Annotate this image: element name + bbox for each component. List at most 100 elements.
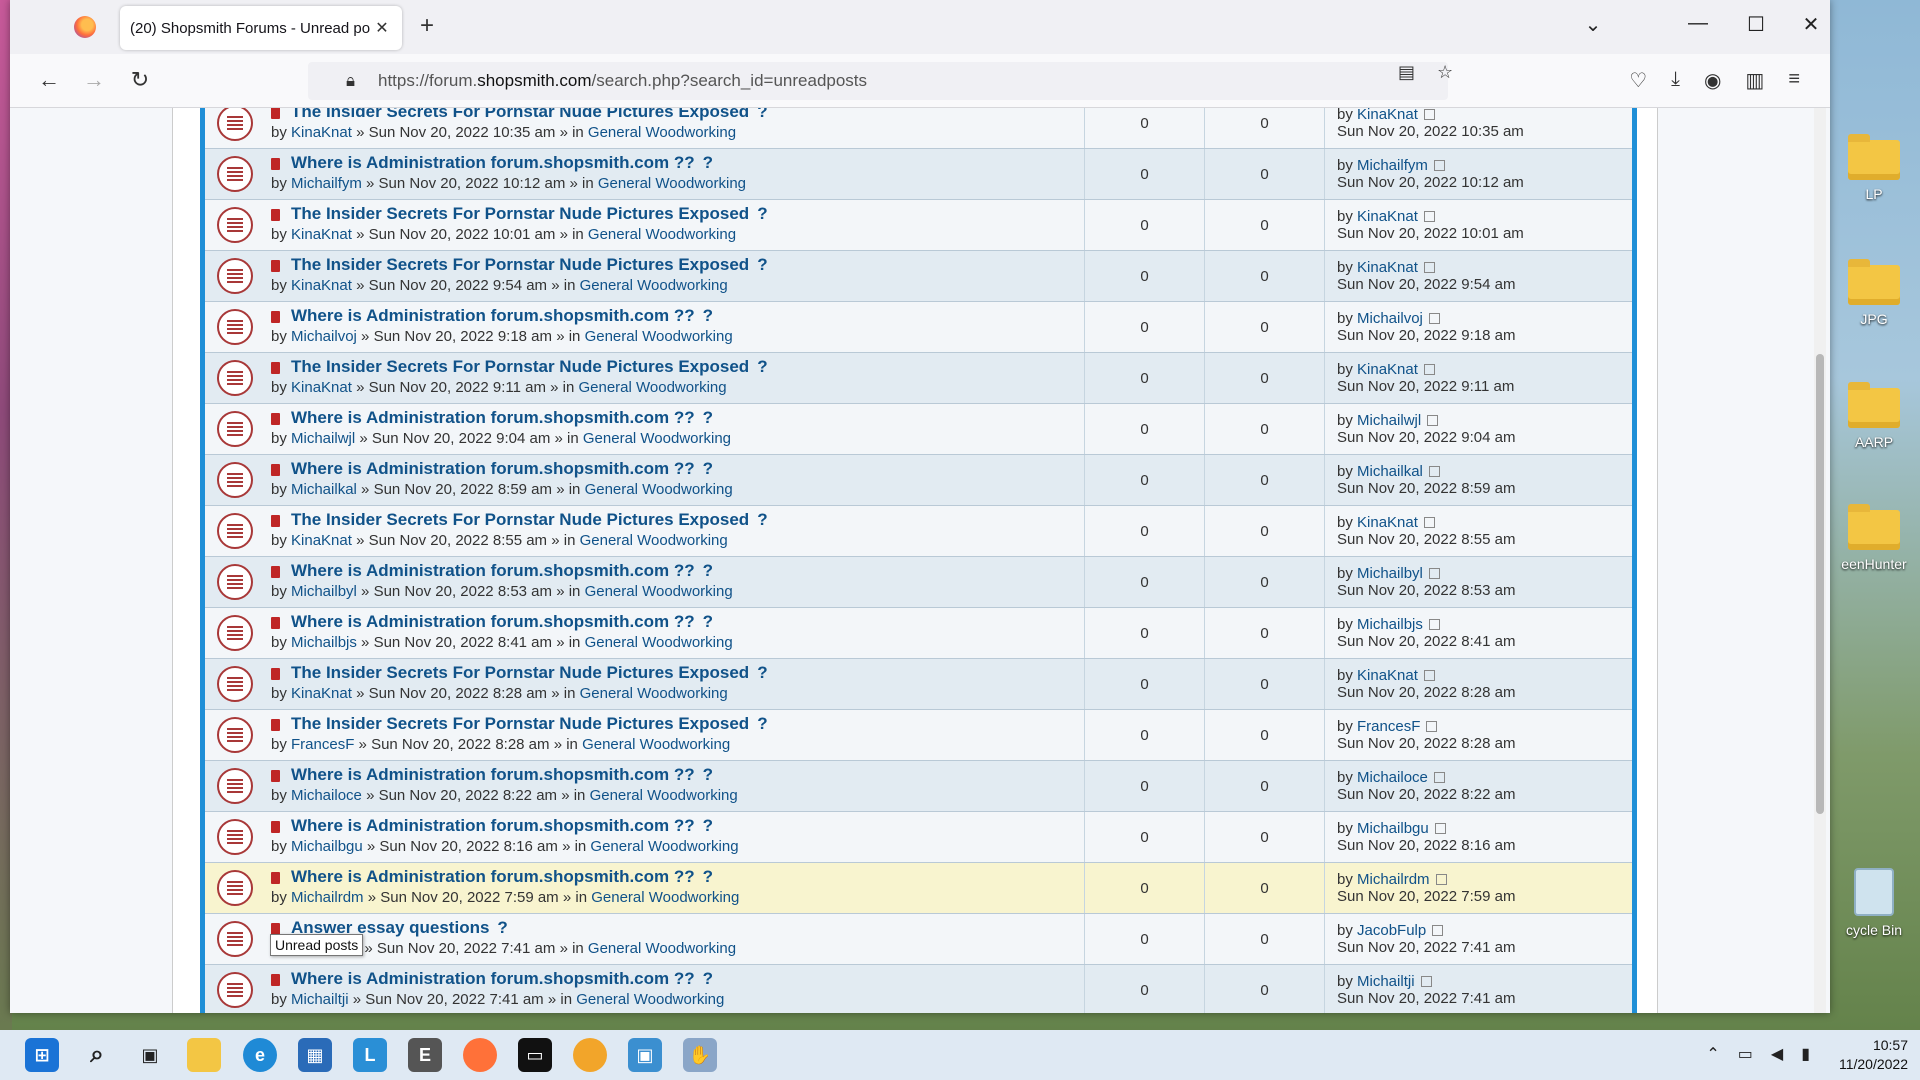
- last-post-author-link[interactable]: JacobFulp: [1357, 922, 1426, 939]
- goto-last-post-icon[interactable]: [1423, 211, 1435, 222]
- topic-title-link[interactable]: Where is Administration forum.shopsmith.…: [291, 153, 713, 173]
- new-post-icon[interactable]: [271, 719, 280, 731]
- topic-title-link[interactable]: The Insider Secrets For Pornstar Nude Pi…: [291, 108, 768, 122]
- last-post-author-link[interactable]: KinaKnat: [1357, 259, 1418, 276]
- goto-last-post-icon[interactable]: [1428, 313, 1440, 324]
- firefox-logo-icon[interactable]: [74, 16, 96, 38]
- topic-row[interactable]: The Insider Secrets For Pornstar Nude Pi…: [205, 251, 1632, 302]
- forum-link[interactable]: General Woodworking: [590, 838, 738, 855]
- topic-unread-icon[interactable]: [217, 717, 253, 753]
- url-bar[interactable]: 🔒︎ https://forum.shopsmith.com/search.ph…: [308, 62, 1448, 100]
- topic-question-icon[interactable]: ?: [757, 510, 767, 529]
- topic-author-link[interactable]: Michailrdm: [291, 889, 364, 906]
- forum-link[interactable]: General Woodworking: [598, 175, 746, 192]
- terminal-icon[interactable]: ▭: [518, 1038, 552, 1072]
- desktop-folder-jpg[interactable]: JPG: [1826, 259, 1920, 327]
- back-icon[interactable]: ←: [34, 68, 64, 92]
- topic-unread-icon[interactable]: [217, 921, 253, 957]
- topic-title-link[interactable]: The Insider Secrets For Pornstar Nude Pi…: [291, 204, 768, 224]
- new-post-icon[interactable]: [271, 515, 280, 527]
- topic-unread-icon[interactable]: [217, 819, 253, 855]
- goto-last-post-icon[interactable]: [1428, 568, 1440, 579]
- topic-author-link[interactable]: KinaKnat: [291, 277, 352, 294]
- list-tabs-icon[interactable]: ⌄: [1578, 12, 1608, 37]
- firefox-taskbar-icon[interactable]: [463, 1038, 497, 1072]
- last-post-author-link[interactable]: Michailkal: [1357, 463, 1423, 480]
- new-post-icon[interactable]: [271, 770, 280, 782]
- topic-author-link[interactable]: Michailoce: [291, 787, 362, 804]
- account-icon[interactable]: ◉: [1704, 68, 1721, 93]
- forum-link[interactable]: General Woodworking: [578, 379, 726, 396]
- clock[interactable]: 10:57 11/20/2022: [1839, 1036, 1908, 1074]
- topic-author-link[interactable]: Michailvoj: [291, 328, 357, 345]
- topic-row[interactable]: Where is Administration forum.shopsmith.…: [205, 404, 1632, 455]
- topic-question-icon[interactable]: ?: [757, 204, 767, 223]
- topic-unread-icon[interactable]: [217, 309, 253, 345]
- topic-unread-icon[interactable]: [217, 360, 253, 396]
- topic-unread-icon[interactable]: [217, 462, 253, 498]
- last-post-author-link[interactable]: KinaKnat: [1357, 514, 1418, 531]
- last-post-author-link[interactable]: Michailoce: [1357, 769, 1428, 786]
- goto-last-post-icon[interactable]: [1423, 262, 1435, 273]
- new-post-icon[interactable]: [271, 311, 280, 323]
- maximize-icon[interactable]: ☐: [1741, 12, 1771, 37]
- goto-last-post-icon[interactable]: [1432, 925, 1444, 936]
- goto-last-post-icon[interactable]: [1433, 160, 1445, 171]
- topic-title-link[interactable]: Where is Administration forum.shopsmith.…: [291, 765, 713, 785]
- topic-author-link[interactable]: KinaKnat: [291, 124, 352, 141]
- forum-link[interactable]: General Woodworking: [580, 532, 728, 549]
- topic-unread-icon[interactable]: [217, 411, 253, 447]
- topic-title-link[interactable]: Where is Administration forum.shopsmith.…: [291, 306, 713, 326]
- file-explorer-icon[interactable]: [187, 1038, 221, 1072]
- battery-icon[interactable]: ▮: [1801, 1044, 1810, 1064]
- goto-last-post-icon[interactable]: [1428, 619, 1440, 630]
- topic-row[interactable]: Where is Administration forum.shopsmith.…: [205, 149, 1632, 200]
- new-post-icon[interactable]: [271, 566, 280, 578]
- topic-title-link[interactable]: Where is Administration forum.shopsmith.…: [291, 408, 713, 428]
- topic-unread-icon[interactable]: [217, 666, 253, 702]
- new-post-icon[interactable]: [271, 158, 280, 170]
- last-post-author-link[interactable]: Michailtji: [1357, 973, 1415, 990]
- topic-unread-icon[interactable]: [217, 258, 253, 294]
- forum-link[interactable]: General Woodworking: [576, 991, 724, 1008]
- forum-link[interactable]: General Woodworking: [590, 787, 738, 804]
- topic-title-link[interactable]: The Insider Secrets For Pornstar Nude Pi…: [291, 357, 768, 377]
- topic-question-icon[interactable]: ?: [703, 561, 713, 580]
- topic-question-icon[interactable]: ?: [703, 459, 713, 478]
- forum-link[interactable]: General Woodworking: [585, 634, 733, 651]
- topic-question-icon[interactable]: ?: [757, 357, 767, 376]
- topic-unread-icon[interactable]: [217, 768, 253, 804]
- scroll-thumb[interactable]: [1816, 354, 1824, 814]
- goto-last-post-icon[interactable]: [1426, 721, 1438, 732]
- topic-author-link[interactable]: Michailwjl: [291, 430, 355, 447]
- last-post-author-link[interactable]: Michailvoj: [1357, 310, 1423, 327]
- topic-row[interactable]: Where is Administration forum.shopsmith.…: [205, 863, 1632, 914]
- topic-unread-icon[interactable]: [217, 615, 253, 651]
- topic-question-icon[interactable]: ?: [703, 867, 713, 886]
- search-icon[interactable]: ⌕: [80, 1038, 114, 1072]
- last-post-author-link[interactable]: Michailbgu: [1357, 820, 1429, 837]
- app-hand-icon[interactable]: ✋: [683, 1038, 717, 1072]
- topic-row[interactable]: The Insider Secrets For Pornstar Nude Pi…: [205, 108, 1632, 149]
- forum-link[interactable]: General Woodworking: [583, 430, 731, 447]
- topic-row[interactable]: Where is Administration forum.shopsmith.…: [205, 608, 1632, 659]
- app-e-icon[interactable]: E: [408, 1038, 442, 1072]
- last-post-author-link[interactable]: Michailbjs: [1357, 616, 1423, 633]
- new-post-icon[interactable]: [271, 413, 280, 425]
- topic-row[interactable]: The Insider Secrets For Pornstar Nude Pi…: [205, 200, 1632, 251]
- last-post-author-link[interactable]: KinaKnat: [1357, 108, 1418, 123]
- page-scrollbar[interactable]: [1814, 108, 1826, 1013]
- topic-author-link[interactable]: Michailbjs: [291, 634, 357, 651]
- topic-author-link[interactable]: KinaKnat: [291, 685, 352, 702]
- topic-question-icon[interactable]: ?: [497, 918, 507, 937]
- desktop-folder-aarp[interactable]: AARP: [1826, 382, 1920, 450]
- last-post-author-link[interactable]: KinaKnat: [1357, 208, 1418, 225]
- app-orange-icon[interactable]: [573, 1038, 607, 1072]
- goto-last-post-icon[interactable]: [1427, 415, 1439, 426]
- topic-title-link[interactable]: The Insider Secrets For Pornstar Nude Pi…: [291, 255, 768, 275]
- desktop-folder-greenhunter[interactable]: eenHunter: [1826, 504, 1920, 572]
- app-l-icon[interactable]: L: [353, 1038, 387, 1072]
- desktop-recycle-bin[interactable]: cycle Bin: [1826, 868, 1920, 938]
- new-post-icon[interactable]: [271, 668, 280, 680]
- volume-icon[interactable]: ◀: [1771, 1044, 1783, 1064]
